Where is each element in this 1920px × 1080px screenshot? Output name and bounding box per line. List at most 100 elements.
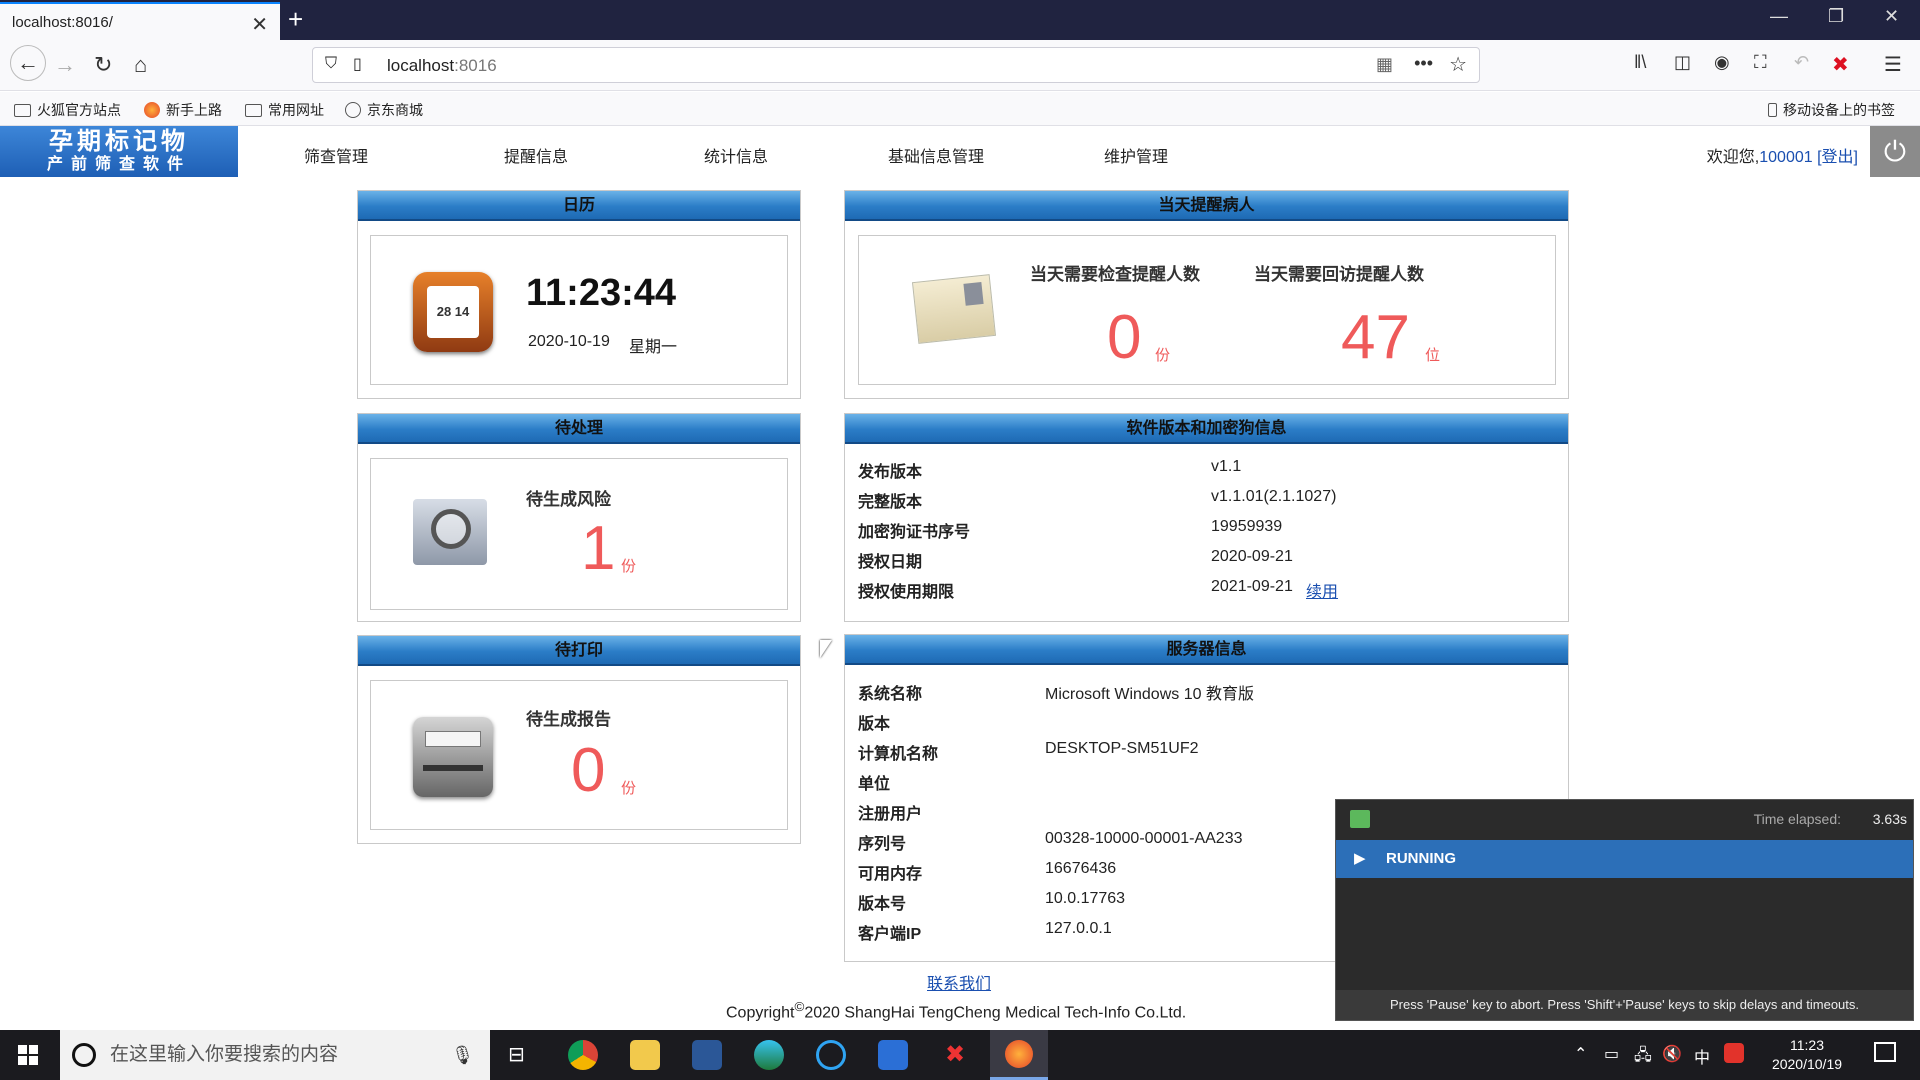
network-icon[interactable]: 🖧 — [1634, 1044, 1652, 1071]
logo-title: 孕期标记物 — [49, 128, 189, 155]
id-card-icon — [911, 274, 997, 344]
server-value: 10.0.17763 — [1045, 890, 1126, 907]
powershell-icon[interactable] — [692, 1040, 722, 1070]
menu-basic-info[interactable]: 基础信息管理 — [888, 143, 984, 167]
printer-icon — [413, 717, 493, 797]
folder-icon — [245, 103, 262, 117]
bookmark-item[interactable]: 新手上路 — [144, 100, 222, 120]
reload-icon[interactable]: ↻ — [94, 52, 112, 78]
sidebar-icon[interactable]: ◫ — [1674, 52, 1691, 73]
version-value: v1.1.01(2.1.1027) — [1211, 488, 1337, 505]
bookmark-star-icon[interactable]: ☆ — [1449, 52, 1467, 77]
file-explorer-icon[interactable] — [630, 1040, 660, 1070]
word-icon[interactable] — [878, 1040, 908, 1070]
copyright-prefix: Copyright — [726, 1004, 795, 1022]
bookmark-item[interactable]: 京东商城 — [345, 100, 423, 120]
magnifier-icon — [413, 499, 487, 565]
screenshot-icon[interactable]: ⛶ — [1754, 52, 1767, 73]
more-actions-icon[interactable]: ••• — [1414, 53, 1433, 74]
server-key: 版本 — [858, 716, 891, 733]
taskbar-search[interactable]: 在这里输入你要搜索的内容 🎙 — [60, 1030, 490, 1080]
address-bar[interactable]: ⛉ ▯ localhost:8016 ▦ ••• ☆ — [312, 47, 1480, 83]
menu-reminders[interactable]: 提醒信息 — [504, 143, 568, 167]
window-close-icon[interactable]: ✕ — [1884, 6, 1899, 27]
copyright-text: 2020 ShangHai TengCheng Medical Tech-Inf… — [804, 1004, 1187, 1022]
search-app-icon[interactable] — [816, 1040, 846, 1070]
mobile-bookmarks[interactable]: 移动设备上的书签 — [1768, 100, 1895, 120]
pending-label: 待生成风险 — [526, 490, 611, 509]
renew-link[interactable]: 续用 — [1306, 578, 1338, 602]
page-info-icon[interactable]: ▯ — [353, 54, 362, 74]
server-value: 00328-10000-00001-AA233 — [1045, 830, 1243, 847]
edge-icon[interactable] — [754, 1040, 784, 1070]
time-elapsed-value: 3.63s — [1872, 811, 1907, 827]
pending-panel: 待处理 待生成风险 1 份 — [357, 413, 801, 622]
logo-subtitle: 产前筛查软件 — [46, 156, 191, 173]
print-unit: 份 — [621, 780, 637, 797]
server-value: DESKTOP-SM51UF2 — [1045, 740, 1199, 757]
logout-link[interactable]: [登出] — [1817, 149, 1858, 166]
contact-link[interactable]: 联系我们 — [927, 970, 991, 994]
pending-box: 待生成风险 1 份 — [370, 458, 788, 610]
bookmark-label: 火狐官方站点 — [37, 102, 121, 118]
mobile-icon — [1768, 103, 1777, 117]
welcome-prefix: 欢迎您, — [1706, 149, 1760, 166]
bookmark-item[interactable]: 火狐官方站点 — [14, 100, 121, 120]
menu-maintenance[interactable]: 维护管理 — [1104, 143, 1168, 167]
home-icon[interactable]: ⌂ — [134, 52, 147, 78]
back-icon[interactable]: ← — [10, 45, 46, 81]
check-unit: 份 — [1155, 347, 1171, 364]
tray-chevron-icon[interactable]: ⌃ — [1574, 1044, 1587, 1064]
menu-statistics[interactable]: 统计信息 — [704, 143, 768, 167]
version-value: 2020-09-21 — [1211, 548, 1293, 565]
time-elapsed-label: Time elapsed: — [1753, 811, 1841, 827]
calendar-weekday: 星期一 — [629, 339, 678, 356]
account-icon[interactable]: ◉ — [1714, 52, 1730, 73]
undo-icon[interactable]: ↶ — [1794, 52, 1809, 73]
chrome-icon[interactable] — [568, 1040, 598, 1070]
pending-unit: 份 — [621, 558, 637, 575]
browser-tab-strip: localhost:8016/ ✕ + — ❐ ✕ — [0, 0, 1920, 40]
play-icon: ▶ — [1354, 850, 1366, 867]
windows-start-icon[interactable] — [18, 1045, 38, 1065]
minimize-icon[interactable]: — — [1770, 6, 1788, 27]
power-icon[interactable]: ⏻ — [1870, 126, 1920, 177]
menu-icon[interactable]: ☰ — [1884, 52, 1902, 77]
browser-tab[interactable]: localhost:8016/ ✕ — [0, 2, 280, 40]
server-key: 可用内存 — [858, 866, 923, 883]
version-key: 授权使用期限 — [858, 584, 955, 601]
close-tab-icon[interactable]: ✕ — [251, 12, 268, 37]
sogou-icon[interactable] — [1724, 1043, 1744, 1063]
firefox-taskbar-item[interactable] — [990, 1030, 1048, 1080]
shield-icon[interactable]: ⛉ — [325, 55, 337, 73]
extension-x-icon[interactable]: ✖ — [1832, 52, 1849, 77]
version-key: 发布版本 — [858, 464, 923, 481]
user-id: 100001 — [1759, 149, 1813, 166]
system-clock[interactable]: 11:23 2020/10/19 — [1762, 1036, 1852, 1074]
forward-icon[interactable]: → — [54, 52, 76, 78]
bookmark-label: 移动设备上的书签 — [1783, 102, 1895, 118]
microphone-icon[interactable]: 🎙 — [451, 1030, 474, 1080]
reminders-box: 当天需要检查提醒人数 当天需要回访提醒人数 0 份 47 位 — [858, 235, 1556, 385]
qr-code-icon[interactable]: ▦ — [1376, 54, 1393, 75]
menu-screening[interactable]: 筛查管理 — [304, 143, 368, 167]
clock-time: 11:23:44 — [526, 272, 677, 314]
library-icon[interactable]: ‖\ — [1634, 52, 1646, 73]
bookmark-item[interactable]: 常用网址 — [245, 100, 324, 120]
panel-title: 日历 — [358, 191, 800, 221]
version-key: 加密狗证书序号 — [858, 524, 971, 541]
folder-icon — [14, 103, 31, 117]
panel-title: 待处理 — [358, 414, 800, 444]
notifications-icon[interactable] — [1874, 1042, 1896, 1062]
rx-app-icon[interactable]: ✖ — [940, 1040, 970, 1070]
new-tab-icon[interactable]: + — [288, 4, 303, 35]
ime-indicator[interactable]: 中 — [1694, 1044, 1710, 1068]
battery-icon[interactable]: ▭ — [1604, 1044, 1619, 1064]
print-label: 待生成报告 — [526, 710, 611, 729]
task-view-icon[interactable]: ⊟ — [508, 1042, 525, 1067]
panel-title: 软件版本和加密狗信息 — [845, 414, 1568, 444]
volume-muted-icon[interactable]: 🔇 — [1662, 1044, 1682, 1064]
server-key: 单位 — [858, 776, 891, 793]
clock-date-label: 2020/10/19 — [1771, 1056, 1843, 1072]
restore-icon[interactable]: ❐ — [1828, 6, 1844, 27]
